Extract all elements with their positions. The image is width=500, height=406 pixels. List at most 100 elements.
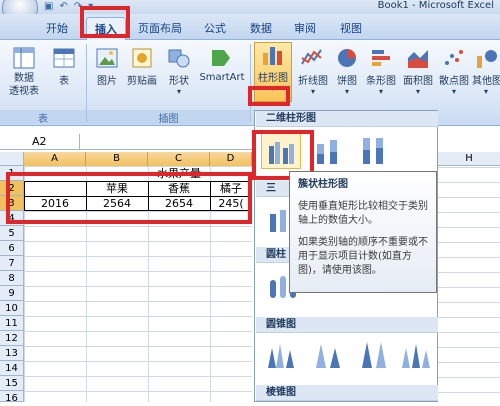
- row-header[interactable]: 7: [0, 256, 24, 271]
- row-header[interactable]: 3: [0, 196, 24, 211]
- smartart-icon: [212, 50, 230, 66]
- row-header[interactable]: 13: [0, 346, 24, 361]
- clustered-column-option[interactable]: [261, 133, 301, 169]
- data-cell[interactable]: 2654: [148, 197, 210, 211]
- tab-data[interactable]: 数据: [250, 20, 272, 40]
- picture-label: 图片: [97, 76, 117, 87]
- gallery-section-3d: 三: [256, 181, 291, 197]
- header-cell[interactable]: 橘子: [210, 182, 252, 196]
- gallery-section-cylinder: 圆柱: [256, 247, 291, 263]
- row-header[interactable]: 10: [0, 301, 24, 316]
- row-header[interactable]: 4: [0, 211, 24, 226]
- column-header-h[interactable]: H: [438, 152, 500, 166]
- stacked-cone-option[interactable]: [307, 337, 347, 373]
- column-chart-button[interactable]: 柱形图 ▾: [254, 42, 292, 102]
- scatter-chart-dropdown-icon: ▾: [451, 87, 456, 96]
- gallery-section-2d: 二维柱形图: [256, 111, 438, 127]
- tooltip-line-2: 如果类别轴的顺序不重要或不用于显示项目计数(如直方图)，请使用该图。: [298, 237, 428, 276]
- 3d-cone-option[interactable]: [395, 337, 435, 373]
- clustered-cone-option[interactable]: [261, 337, 301, 373]
- name-box[interactable]: A2: [0, 134, 80, 150]
- picture-button[interactable]: 图片: [92, 46, 122, 87]
- row-header[interactable]: 1: [0, 166, 24, 181]
- stacked-column-icon: [317, 140, 337, 164]
- percent-column-option[interactable]: [353, 133, 393, 169]
- row-header[interactable]: 9: [0, 286, 24, 301]
- row-header[interactable]: 5: [0, 226, 24, 241]
- gallery-section-pyramid: 棱锥图: [256, 385, 438, 401]
- line-chart-button[interactable]: 折线图 ▾: [294, 46, 332, 96]
- row-header[interactable]: 16: [0, 391, 24, 404]
- column-header-b[interactable]: B: [86, 152, 148, 166]
- other-charts-dropdown-icon: ▾: [483, 87, 488, 96]
- tab-page-layout[interactable]: 页面布局: [138, 20, 182, 40]
- group-separator: [250, 44, 251, 122]
- window-title: Book1 - Microsoft Excel: [377, 0, 494, 11]
- pie-chart-label: 饼图: [337, 76, 357, 87]
- clipart-button[interactable]: 剪贴画: [124, 46, 160, 87]
- group-label-table: 表: [0, 110, 86, 125]
- clipart-icon: [132, 48, 152, 68]
- pivot-table-button[interactable]: 数据 透视表: [6, 46, 42, 98]
- header-cell[interactable]: 苹果: [86, 182, 148, 196]
- pie-chart-dropdown-icon: ▾: [344, 87, 349, 96]
- smartart-button[interactable]: SmartArt: [198, 46, 246, 83]
- column-header-a[interactable]: A: [24, 152, 86, 166]
- chart-tooltip: 簇状柱形图 使用垂直矩形比较相交于类别轴上的数值大小。 如果类别轴的顺序不重要或…: [289, 171, 437, 293]
- column-header-d[interactable]: D: [210, 152, 252, 166]
- data-cell[interactable]: 2016: [24, 197, 86, 211]
- column-header-c[interactable]: C: [148, 152, 210, 166]
- smartart-label: SmartArt: [199, 72, 245, 83]
- bar-chart-button[interactable]: 条形图 ▾: [362, 46, 400, 96]
- undo-icon[interactable]: ↶: [59, 1, 67, 12]
- other-charts-button[interactable]: 其他图 ▾: [472, 46, 500, 96]
- worksheet-grid: A B C D 1 2 3 4 5 6 7 8 9 10 11 12 13 14…: [0, 152, 252, 404]
- header-cell[interactable]: [24, 182, 86, 196]
- row-header[interactable]: 11: [0, 316, 24, 331]
- row-header[interactable]: 12: [0, 331, 24, 346]
- column-chart-dropdown-icon: ▾: [270, 84, 275, 93]
- customize-icon[interactable]: ▾: [88, 1, 93, 12]
- header-cell[interactable]: 香蕉: [148, 182, 210, 196]
- tab-view[interactable]: 视图: [340, 20, 362, 40]
- pie-chart-button[interactable]: 饼图 ▾: [334, 46, 360, 96]
- table-button[interactable]: 表: [52, 46, 76, 87]
- clustered-column-icon: [269, 142, 294, 164]
- table-title-cell[interactable]: 水果产量: [148, 166, 210, 181]
- scatter-chart-label: 散点图: [439, 76, 469, 87]
- pivot-table-label: 数据 透视表: [9, 73, 39, 97]
- percent-column-icon: [363, 138, 383, 164]
- tab-review[interactable]: 审阅: [294, 20, 316, 40]
- other-charts-icon: [477, 50, 497, 68]
- shapes-button[interactable]: 形状 ▾: [164, 46, 194, 96]
- bar-chart-dropdown-icon: ▾: [378, 87, 383, 96]
- row-header[interactable]: 6: [0, 241, 24, 256]
- worksheet-grid-right[interactable]: [438, 152, 500, 402]
- area-chart-button[interactable]: 面积图 ▾: [400, 46, 436, 96]
- other-charts-label: 其他图: [472, 76, 500, 87]
- redo-icon[interactable]: ↷: [74, 1, 82, 12]
- formula-bar: A2: [0, 134, 252, 150]
- tab-home[interactable]: 开始: [46, 20, 68, 40]
- row-header[interactable]: 15: [0, 376, 24, 391]
- shapes-dropdown-icon: ▾: [176, 87, 181, 96]
- stacked-column-option[interactable]: [307, 133, 347, 169]
- shapes-icon: [168, 49, 190, 68]
- tab-formulas[interactable]: 公式: [204, 20, 226, 40]
- quick-access-toolbar: ▣ ↶ ↷ ▾: [44, 1, 93, 12]
- scatter-chart-button[interactable]: 散点图 ▾: [436, 46, 472, 96]
- data-cell[interactable]: 2564: [86, 197, 148, 211]
- row-header[interactable]: 14: [0, 361, 24, 376]
- row-header[interactable]: 2: [0, 181, 24, 196]
- tab-insert[interactable]: 插入: [86, 17, 126, 40]
- save-icon[interactable]: ▣: [44, 1, 53, 12]
- table-label: 表: [59, 76, 69, 87]
- percent-cone-option[interactable]: [353, 337, 393, 373]
- data-cell[interactable]: 245(: [210, 197, 252, 211]
- percent-cone-icon: [362, 342, 386, 368]
- column-chart-label: 柱形图: [258, 73, 288, 84]
- area-chart-label: 面积图: [403, 76, 433, 87]
- shapes-label: 形状: [169, 76, 189, 87]
- row-header[interactable]: 8: [0, 271, 24, 286]
- select-all-corner[interactable]: [0, 152, 24, 166]
